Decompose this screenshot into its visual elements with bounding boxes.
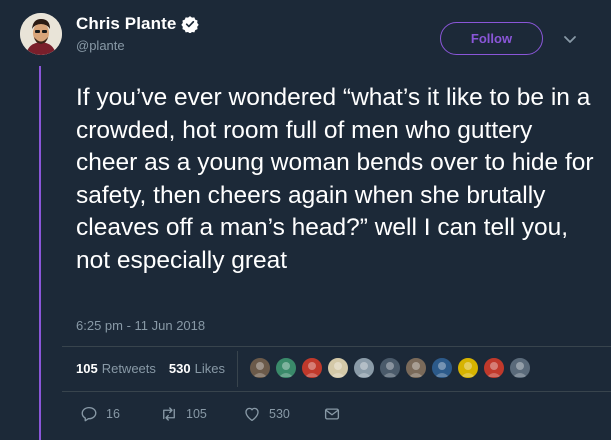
direct-message-action[interactable] bbox=[323, 405, 349, 423]
likes-count[interactable]: 530 bbox=[169, 361, 191, 376]
liker-avatar[interactable] bbox=[326, 356, 350, 380]
heart-icon bbox=[245, 407, 259, 422]
liker-avatar[interactable] bbox=[508, 356, 532, 380]
reply-icon bbox=[81, 406, 97, 422]
envelope-icon bbox=[324, 408, 340, 420]
verified-badge-icon bbox=[181, 16, 200, 33]
stats-separator bbox=[237, 351, 238, 387]
liker-face-icon bbox=[409, 362, 423, 377]
liker-avatar[interactable] bbox=[482, 356, 506, 380]
author-display-name[interactable]: Chris Plante bbox=[76, 14, 176, 34]
author-handle[interactable]: @plante bbox=[76, 38, 199, 53]
liker-face-icon bbox=[279, 362, 293, 377]
tweet-text: If you’ve ever wondered “what’s it like … bbox=[76, 84, 594, 274]
liker-face-icon bbox=[435, 362, 449, 377]
likes-label[interactable]: Likes bbox=[195, 361, 225, 376]
liker-face-icon bbox=[331, 362, 345, 377]
divider bbox=[62, 346, 611, 347]
chevron-down-icon[interactable] bbox=[562, 34, 578, 46]
follow-button[interactable]: Follow bbox=[440, 22, 543, 55]
like-count: 530 bbox=[269, 407, 290, 421]
tweet-timestamp[interactable]: 6:25 pm - 11 Jun 2018 bbox=[76, 318, 205, 333]
liker-avatar[interactable] bbox=[456, 356, 480, 380]
liker-avatar[interactable] bbox=[248, 356, 272, 380]
avatar-illustration bbox=[20, 13, 62, 55]
reply-action[interactable]: 16 bbox=[80, 405, 160, 423]
liker-avatar[interactable] bbox=[378, 356, 402, 380]
liker-avatars bbox=[248, 356, 534, 380]
retweets-count[interactable]: 105 bbox=[76, 361, 98, 376]
liker-avatar[interactable] bbox=[352, 356, 376, 380]
tweet-actions: 16 105 530 bbox=[80, 405, 349, 423]
retweet-action[interactable]: 105 bbox=[160, 405, 243, 423]
reply-count: 16 bbox=[106, 407, 120, 421]
liker-avatar[interactable] bbox=[404, 356, 428, 380]
like-action[interactable]: 530 bbox=[243, 405, 323, 423]
liker-face-icon bbox=[383, 362, 397, 377]
liker-face-icon bbox=[461, 362, 475, 377]
liker-face-icon bbox=[513, 362, 527, 377]
retweets-label[interactable]: Retweets bbox=[102, 361, 156, 376]
liker-avatar[interactable] bbox=[430, 356, 454, 380]
avatar[interactable] bbox=[20, 13, 62, 55]
thread-line bbox=[39, 66, 41, 440]
liker-face-icon bbox=[357, 362, 371, 377]
tweet-stats: 105 Retweets 530 Likes bbox=[76, 361, 238, 376]
retweet-count: 105 bbox=[186, 407, 207, 421]
liker-face-icon bbox=[305, 362, 319, 377]
liker-avatar[interactable] bbox=[300, 356, 324, 380]
author-block[interactable]: Chris Plante @plante bbox=[76, 14, 200, 53]
retweet-icon bbox=[163, 407, 175, 421]
divider bbox=[62, 391, 611, 392]
liker-face-icon bbox=[487, 362, 501, 377]
liker-avatar[interactable] bbox=[274, 356, 298, 380]
liker-face-icon bbox=[253, 362, 267, 377]
